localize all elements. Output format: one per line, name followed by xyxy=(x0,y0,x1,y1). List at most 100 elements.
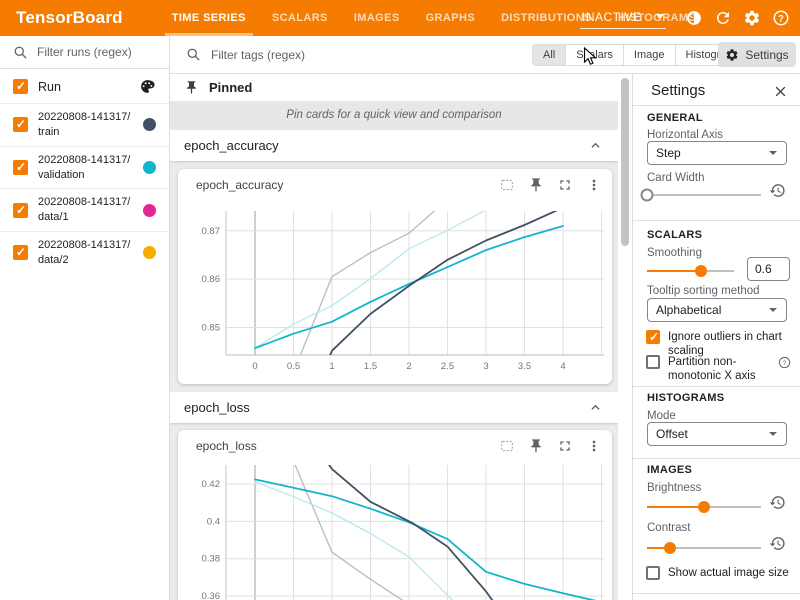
checkbox[interactable] xyxy=(646,330,660,344)
reset-icon[interactable] xyxy=(769,535,786,552)
accuracy-chart[interactable]: 0.850.860.8700.511.522.533.54 xyxy=(178,201,608,377)
pin-icon[interactable] xyxy=(528,177,544,193)
tensorboard-app: TensorBoard TIME SERIES SCALARS IMAGES G… xyxy=(0,0,800,600)
refresh-icon[interactable] xyxy=(714,9,732,27)
histogram-mode-label: Mode xyxy=(647,410,676,422)
filter-tags-input[interactable] xyxy=(211,48,516,62)
contrast-label: Contrast xyxy=(647,522,690,534)
settings-panel-title: Settings xyxy=(651,82,705,99)
card-title: epoch_accuracy xyxy=(196,178,283,192)
run-color-dot xyxy=(143,118,156,131)
run-row-data1[interactable]: 20220808-141317/data/1 xyxy=(0,188,169,231)
smoothing-slider[interactable] xyxy=(647,264,734,278)
svg-text:3: 3 xyxy=(483,361,488,372)
section-label: epoch_loss xyxy=(184,400,250,415)
fit-icon[interactable] xyxy=(499,438,515,454)
divider xyxy=(633,105,800,106)
card-width-label: Card Width xyxy=(647,172,705,184)
svg-text:3.5: 3.5 xyxy=(518,361,531,372)
epoch-accuracy-card: epoch_accuracy 0.850.860.8700.511.522.53… xyxy=(178,169,612,384)
tab-scalars[interactable]: SCALARS xyxy=(259,0,341,36)
run-checkbox[interactable] xyxy=(13,160,28,175)
histogram-mode-select[interactable]: Offset xyxy=(647,422,787,446)
run-label: 20220808-141317/validation xyxy=(38,153,133,183)
images-heading: IMAGES xyxy=(647,464,692,476)
svg-text:1: 1 xyxy=(329,361,334,372)
pin-icon xyxy=(184,80,199,95)
contrast-slider[interactable] xyxy=(647,541,761,555)
tab-images[interactable]: IMAGES xyxy=(341,0,413,36)
epoch-loss-card: epoch_loss 0.420.40.380.36 xyxy=(178,430,612,600)
brightness-slider[interactable] xyxy=(647,500,761,514)
runs-header-label: Run xyxy=(38,80,129,94)
svg-text:0.85: 0.85 xyxy=(202,322,221,333)
reset-icon[interactable] xyxy=(769,494,786,511)
horizontal-axis-select[interactable]: Step xyxy=(647,141,787,165)
fullscreen-icon[interactable] xyxy=(557,438,573,454)
general-heading: GENERAL xyxy=(647,112,703,124)
run-row-validation[interactable]: 20220808-141317/validation xyxy=(0,146,169,189)
help-icon[interactable] xyxy=(778,356,791,369)
svg-text:0.38: 0.38 xyxy=(202,554,221,565)
pin-icon[interactable] xyxy=(528,438,544,454)
histograms-heading: HISTOGRAMS xyxy=(647,392,724,404)
help-icon[interactable] xyxy=(772,9,790,27)
section-epoch-loss[interactable]: epoch_loss xyxy=(170,392,618,423)
loss-chart[interactable]: 0.420.40.380.36 xyxy=(178,465,608,600)
fullscreen-icon[interactable] xyxy=(557,177,573,193)
theme-icon[interactable] xyxy=(685,9,703,27)
tab-time-series[interactable]: TIME SERIES xyxy=(159,0,259,36)
filter-runs-input[interactable] xyxy=(37,45,156,59)
palette-icon[interactable] xyxy=(139,78,156,95)
run-label: 20220808-141317/data/2 xyxy=(38,238,133,268)
card-width-slider[interactable] xyxy=(647,188,761,202)
run-checkbox[interactable] xyxy=(13,203,28,218)
divider xyxy=(633,593,800,594)
gear-icon xyxy=(725,48,739,62)
run-row-data2[interactable]: 20220808-141317/data/2 xyxy=(0,231,169,274)
caret-down-icon xyxy=(768,429,778,439)
checkbox[interactable] xyxy=(646,355,660,369)
svg-text:1.5: 1.5 xyxy=(364,361,377,372)
checkbox[interactable] xyxy=(646,566,660,580)
app-logo[interactable]: TensorBoard xyxy=(16,8,123,28)
gear-icon[interactable] xyxy=(743,9,761,27)
run-checkbox[interactable] xyxy=(13,117,28,132)
tooltip-sort-value: Alphabetical xyxy=(656,303,721,317)
run-row-train[interactable]: 20220808-141317/train xyxy=(0,103,169,146)
smoothing-value-input[interactable] xyxy=(747,257,790,281)
run-color-dot xyxy=(143,204,156,217)
divider xyxy=(633,386,800,387)
run-checkbox[interactable] xyxy=(13,245,28,260)
section-epoch-accuracy[interactable]: epoch_accuracy xyxy=(170,130,618,161)
select-all-runs-checkbox[interactable] xyxy=(13,79,28,94)
main-scrollbar-thumb[interactable] xyxy=(621,78,629,246)
svg-text:2.5: 2.5 xyxy=(441,361,454,372)
run-status-dropdown[interactable]: INACTIVE xyxy=(580,8,666,29)
reset-icon[interactable] xyxy=(769,182,786,199)
close-icon[interactable] xyxy=(773,84,788,99)
show-actual-size-checkbox-row[interactable]: Show actual image size xyxy=(646,566,791,580)
partition-x-axis-checkbox-row[interactable]: Partition non-monotonic X axis xyxy=(646,355,791,384)
filter-all-button[interactable]: All xyxy=(533,45,565,65)
filter-scalars-button[interactable]: Scalars xyxy=(565,45,623,65)
tag-type-filter-group: All Scalars Image Histogram xyxy=(532,44,747,66)
tab-graphs[interactable]: GRAPHS xyxy=(413,0,488,36)
partition-x-axis-label: Partition non-monotonic X axis xyxy=(668,355,770,384)
more-icon[interactable] xyxy=(586,177,602,193)
caret-down-icon xyxy=(768,305,778,315)
show-actual-size-label: Show actual image size xyxy=(668,566,789,580)
settings-button[interactable]: Settings xyxy=(718,42,796,67)
filter-image-button[interactable]: Image xyxy=(623,45,675,65)
more-icon[interactable] xyxy=(586,438,602,454)
run-label: 20220808-141317/data/1 xyxy=(38,195,133,225)
divider xyxy=(633,220,800,221)
divider xyxy=(633,458,800,459)
fit-icon[interactable] xyxy=(499,177,515,193)
tooltip-sort-select[interactable]: Alphabetical xyxy=(647,298,787,322)
chevron-up-icon[interactable] xyxy=(587,137,604,154)
horizontal-axis-label: Horizontal Axis xyxy=(647,129,723,141)
brightness-label: Brightness xyxy=(647,482,701,494)
chevron-up-icon[interactable] xyxy=(587,399,604,416)
section-label: epoch_accuracy xyxy=(184,138,279,153)
